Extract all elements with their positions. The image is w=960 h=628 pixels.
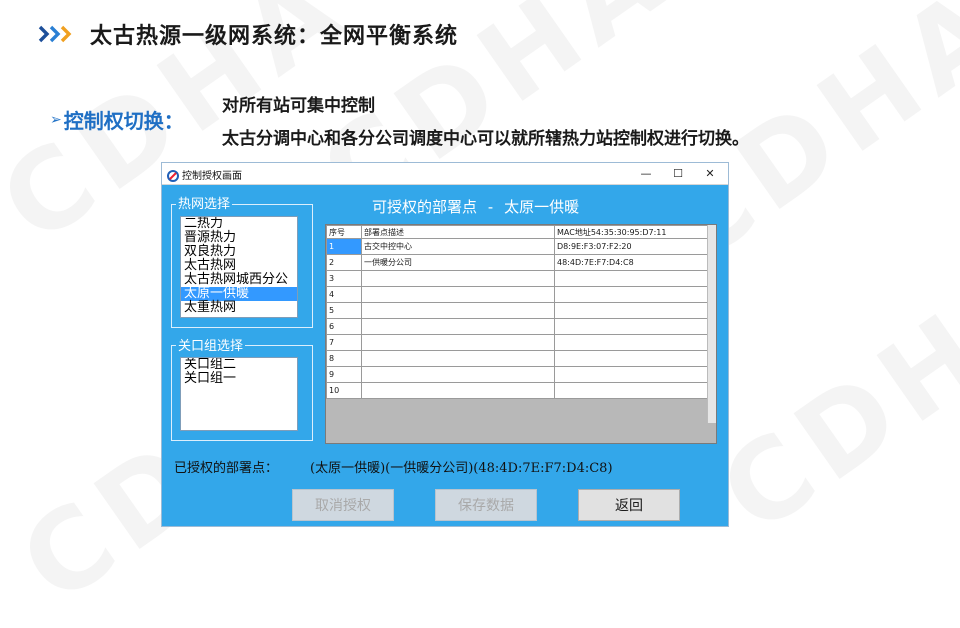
- slide-title: 太古热源一级网系统：全网平衡系统: [90, 24, 459, 49]
- row-mac: [554, 302, 710, 319]
- row-index: 2: [326, 254, 362, 271]
- row-index: 7: [326, 334, 362, 351]
- row-mac: [554, 382, 710, 399]
- app-icon: [167, 167, 179, 186]
- deploy-points-title: 可授权的部署点 - 太原一供暖: [372, 198, 580, 216]
- header-index: 序号: [326, 225, 362, 239]
- heat-net-group-label: 热网选择: [176, 193, 233, 212]
- gate-listbox[interactable]: 关口组二 关口组一: [180, 357, 298, 431]
- row-mac: [554, 318, 710, 335]
- table-row[interactable]: 3: [326, 270, 710, 287]
- table-row[interactable]: 9: [326, 366, 710, 383]
- header-description: 部署点描述: [361, 225, 555, 239]
- row-description: [361, 302, 555, 319]
- row-description: [361, 286, 555, 303]
- table-row[interactable]: 1 古交中控中心 D8:9E:F3:07:F2:20: [326, 238, 710, 255]
- heat-net-item[interactable]: 太古热网: [181, 259, 297, 273]
- heat-net-item-selected[interactable]: 太原一供暖: [181, 287, 297, 301]
- row-mac: [554, 366, 710, 383]
- row-description: 一供暖分公司: [361, 254, 555, 271]
- row-description: [361, 270, 555, 287]
- maximize-button[interactable]: ☐: [662, 163, 694, 184]
- close-button[interactable]: ✕: [694, 163, 726, 184]
- heat-net-item[interactable]: 双良热力: [181, 245, 297, 259]
- row-index: 8: [326, 350, 362, 367]
- table-row[interactable]: 8: [326, 350, 710, 367]
- row-mac: 48:4D:7E:F7:D4:C8: [554, 254, 710, 271]
- description-line-1: 对所有站可集中控制: [222, 96, 375, 116]
- authorized-value: (太原一供暖)(一供暖分公司)(48:4D:7E:F7:D4:C8): [310, 461, 613, 476]
- row-index: 9: [326, 366, 362, 383]
- description-line-2: 太古分调中心和各分公司调度中心可以就所辖热力站控制权进行切换。: [222, 129, 749, 149]
- table-row[interactable]: 4: [326, 286, 710, 303]
- window-title: 控制授权画面: [182, 171, 242, 182]
- chevrons-icon: [38, 24, 78, 44]
- heat-net-listbox[interactable]: 二热力 晋源热力 双良热力 太古热网 太古热网城西分公 太原一供暖 太重热网: [180, 216, 298, 318]
- back-button[interactable]: 返回: [578, 489, 680, 521]
- control-auth-window: 控制授权画面 — ☐ ✕ 热网选择 二热力 晋源热力 双良热力 太古热网 太古热…: [162, 163, 728, 526]
- table-row[interactable]: 10: [326, 382, 710, 399]
- sub-label: ➢ 控制权切换：: [50, 105, 184, 134]
- row-mac: [554, 286, 710, 303]
- heat-net-item[interactable]: 晋源热力: [181, 231, 297, 245]
- row-index: 6: [326, 318, 362, 335]
- row-mac: [554, 350, 710, 367]
- minimize-button[interactable]: —: [630, 163, 662, 184]
- heat-net-item[interactable]: 二热力: [181, 217, 297, 231]
- gate-item[interactable]: 关口组一: [181, 372, 297, 386]
- row-mac: [554, 334, 710, 351]
- row-description: 古交中控中心: [361, 238, 555, 255]
- table-row[interactable]: 7: [326, 334, 710, 351]
- row-description: [361, 334, 555, 351]
- gate-group-label: 关口组选择: [176, 335, 246, 354]
- table-row[interactable]: 2 一供暖分公司 48:4D:7E:F7:D4:C8: [326, 254, 710, 271]
- row-index: 10: [326, 382, 362, 399]
- window-titlebar[interactable]: 控制授权画面 — ☐ ✕: [162, 163, 728, 185]
- cancel-auth-button[interactable]: 取消授权: [292, 489, 394, 521]
- table-row[interactable]: 5: [326, 302, 710, 319]
- row-index: 3: [326, 270, 362, 287]
- row-description: [361, 382, 555, 399]
- row-description: [361, 318, 555, 335]
- table-scrollbar[interactable]: [707, 225, 716, 423]
- row-mac: [554, 270, 710, 287]
- arrow-icon: ➢: [50, 111, 62, 128]
- authorized-label: 已授权的部署点：: [174, 461, 279, 476]
- gate-item[interactable]: 关口组二: [181, 358, 297, 372]
- table-header-row: 序号 部署点描述 MAC地址54:35:30:95:D7:11: [326, 225, 710, 239]
- row-index: 5: [326, 302, 362, 319]
- heat-net-item[interactable]: 太重热网: [181, 301, 297, 315]
- row-description: [361, 366, 555, 383]
- row-mac: D8:9E:F3:07:F2:20: [554, 238, 710, 255]
- slide-header: 太古热源一级网系统：全网平衡系统: [38, 18, 458, 50]
- header-mac: MAC地址54:35:30:95:D7:11: [554, 225, 710, 239]
- heat-net-item[interactable]: 太古热网城西分公: [181, 273, 297, 287]
- deploy-points-table[interactable]: 序号 部署点描述 MAC地址54:35:30:95:D7:11 1 古交中控中心…: [325, 224, 717, 444]
- row-index: 4: [326, 286, 362, 303]
- row-description: [361, 350, 555, 367]
- sub-label-text: 控制权切换：: [63, 109, 184, 133]
- watermark-5: CDHA: [698, 230, 960, 558]
- save-data-button[interactable]: 保存数据: [435, 489, 537, 521]
- table-row[interactable]: 6: [326, 318, 710, 335]
- row-index: 1: [326, 238, 362, 255]
